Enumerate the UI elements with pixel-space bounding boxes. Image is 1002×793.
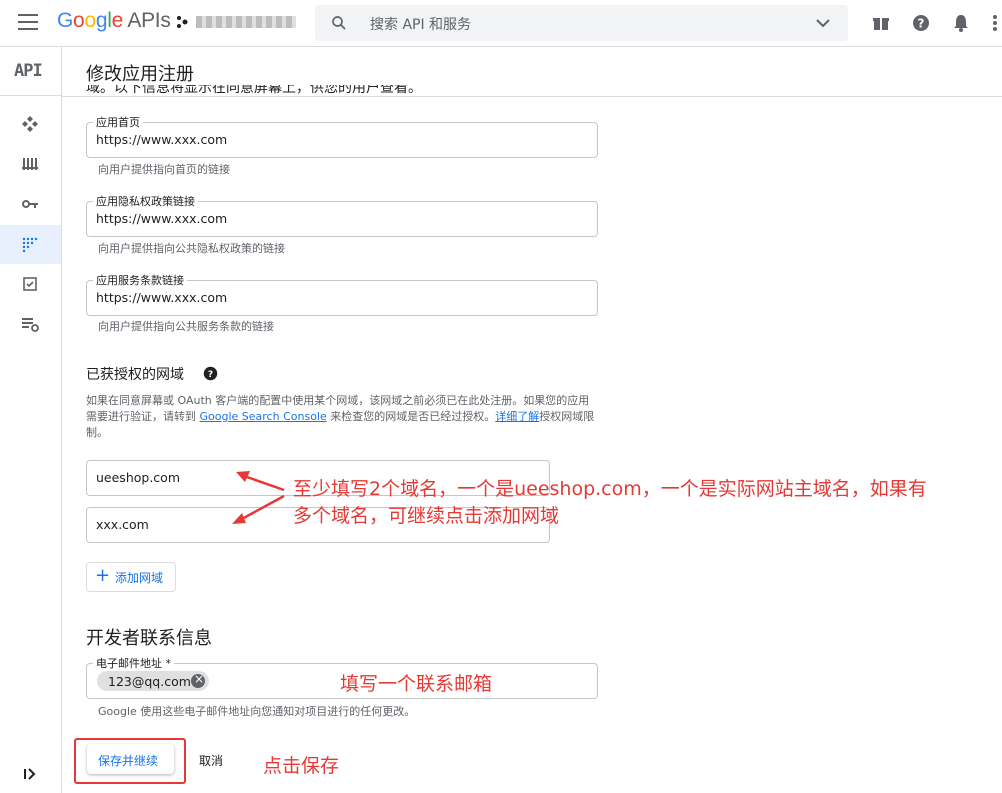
email-hint: Google 使用这些电子邮件地址向您通知对项目进行的任何更改。 bbox=[98, 705, 416, 718]
cancel-button[interactable]: 取消 bbox=[199, 752, 223, 769]
authorized-domains-title: 已获授权的网域 bbox=[86, 367, 184, 383]
domain-verification-icon[interactable] bbox=[21, 275, 39, 293]
field-label: 应用服务条款链接 bbox=[93, 272, 187, 288]
learn-more-link[interactable]: 详细了解 bbox=[495, 410, 539, 423]
authorized-domains-description: 如果在同意屏幕或 OAuth 客户端的配置中使用某个网域，该网域之前必须已在此处… bbox=[86, 394, 595, 439]
add-domain-button[interactable]: + 添加网域 bbox=[86, 562, 176, 592]
logo-g: G bbox=[57, 9, 74, 32]
search-placeholder: 搜索 API 和服务 bbox=[370, 17, 472, 33]
domain-value: ueeshop.com bbox=[96, 470, 180, 485]
api-label: API bbox=[14, 61, 43, 81]
field-value: https://www.xxx.com bbox=[96, 132, 228, 147]
field-label: 应用首页 bbox=[93, 114, 143, 130]
terms-of-service-field[interactable]: 应用服务条款链接 https://www.xxx.com bbox=[86, 272, 598, 316]
domains-annotation: 至少填写2个域名，一个是ueeshop.com，一个是实际网站主域名，如果有 多… bbox=[293, 478, 927, 527]
save-annotation: 点击保存 bbox=[263, 755, 340, 777]
more-vert-icon[interactable] bbox=[988, 13, 1002, 33]
field-label: 电子邮件地址 * bbox=[93, 655, 174, 671]
svg-text:?: ? bbox=[918, 17, 925, 31]
annotation-arrows bbox=[232, 471, 285, 524]
privacy-policy-field[interactable]: 应用隐私权政策链接 https://www.xxx.com bbox=[86, 193, 598, 237]
search-box[interactable]: 搜索 API 和服务 bbox=[315, 5, 848, 41]
left-nav-rail: API bbox=[0, 47, 62, 793]
project-dots-icon bbox=[177, 16, 188, 28]
page-title: 修改应用注册 bbox=[86, 64, 194, 85]
menu-icon[interactable] bbox=[18, 14, 38, 30]
search-icon bbox=[332, 16, 346, 30]
field-hint: 向用户提供指向公共服务条款的链接 bbox=[98, 320, 274, 333]
rail-divider bbox=[0, 95, 61, 96]
top-app-bar: Google APIs 搜索 API 和服务 ? bbox=[0, 0, 1002, 47]
dashboard-icon[interactable] bbox=[21, 115, 39, 133]
oauth-consent-icon[interactable] bbox=[21, 235, 39, 253]
field-hint: 向用户提供指向公共隐私权政策的链接 bbox=[98, 242, 285, 255]
page-settings-icon[interactable] bbox=[21, 315, 39, 333]
logo-apis-text: APIs bbox=[127, 9, 171, 32]
field-value: https://www.xxx.com bbox=[96, 211, 228, 226]
developer-contact-title: 开发者联系信息 bbox=[86, 628, 212, 649]
app-homepage-field[interactable]: 应用首页 https://www.xxx.com bbox=[86, 114, 598, 158]
chevron-down-icon[interactable] bbox=[815, 16, 831, 30]
field-label: 应用隐私权政策链接 bbox=[93, 193, 198, 209]
help-icon[interactable]: ? bbox=[203, 366, 218, 381]
credentials-key-icon[interactable] bbox=[21, 195, 39, 213]
save-label: 保存并继续 bbox=[98, 754, 159, 768]
email-chip-text: 123@qq.com bbox=[108, 674, 191, 689]
google-apis-logo[interactable]: Google APIs bbox=[57, 9, 171, 33]
help-icon[interactable]: ? bbox=[911, 13, 931, 33]
search-console-link[interactable]: Google Search Console bbox=[200, 410, 327, 423]
gift-icon[interactable] bbox=[871, 13, 891, 33]
svg-text:?: ? bbox=[208, 370, 213, 380]
partial-description-text: 域。以下信息将显示在同意屏幕上，供您的用户查看。 bbox=[86, 85, 422, 96]
notifications-bell-icon[interactable] bbox=[951, 13, 971, 33]
remove-chip-icon[interactable] bbox=[191, 672, 205, 688]
add-domain-label: 添加网域 bbox=[115, 571, 164, 585]
plus-icon: + bbox=[95, 565, 111, 586]
library-icon[interactable] bbox=[21, 155, 39, 173]
email-chip: 123@qq.com bbox=[97, 671, 209, 691]
save-and-continue-button[interactable]: 保存并继续 bbox=[87, 744, 174, 774]
project-selector[interactable] bbox=[176, 13, 296, 31]
redacted-project-name bbox=[196, 16, 296, 28]
field-hint: 向用户提供指向首页的链接 bbox=[98, 163, 230, 176]
email-annotation: 填写一个联系邮箱 bbox=[340, 673, 493, 695]
collapse-nav-icon[interactable] bbox=[22, 766, 38, 782]
field-value: https://www.xxx.com bbox=[96, 290, 228, 305]
domain-value: xxx.com bbox=[96, 517, 149, 532]
